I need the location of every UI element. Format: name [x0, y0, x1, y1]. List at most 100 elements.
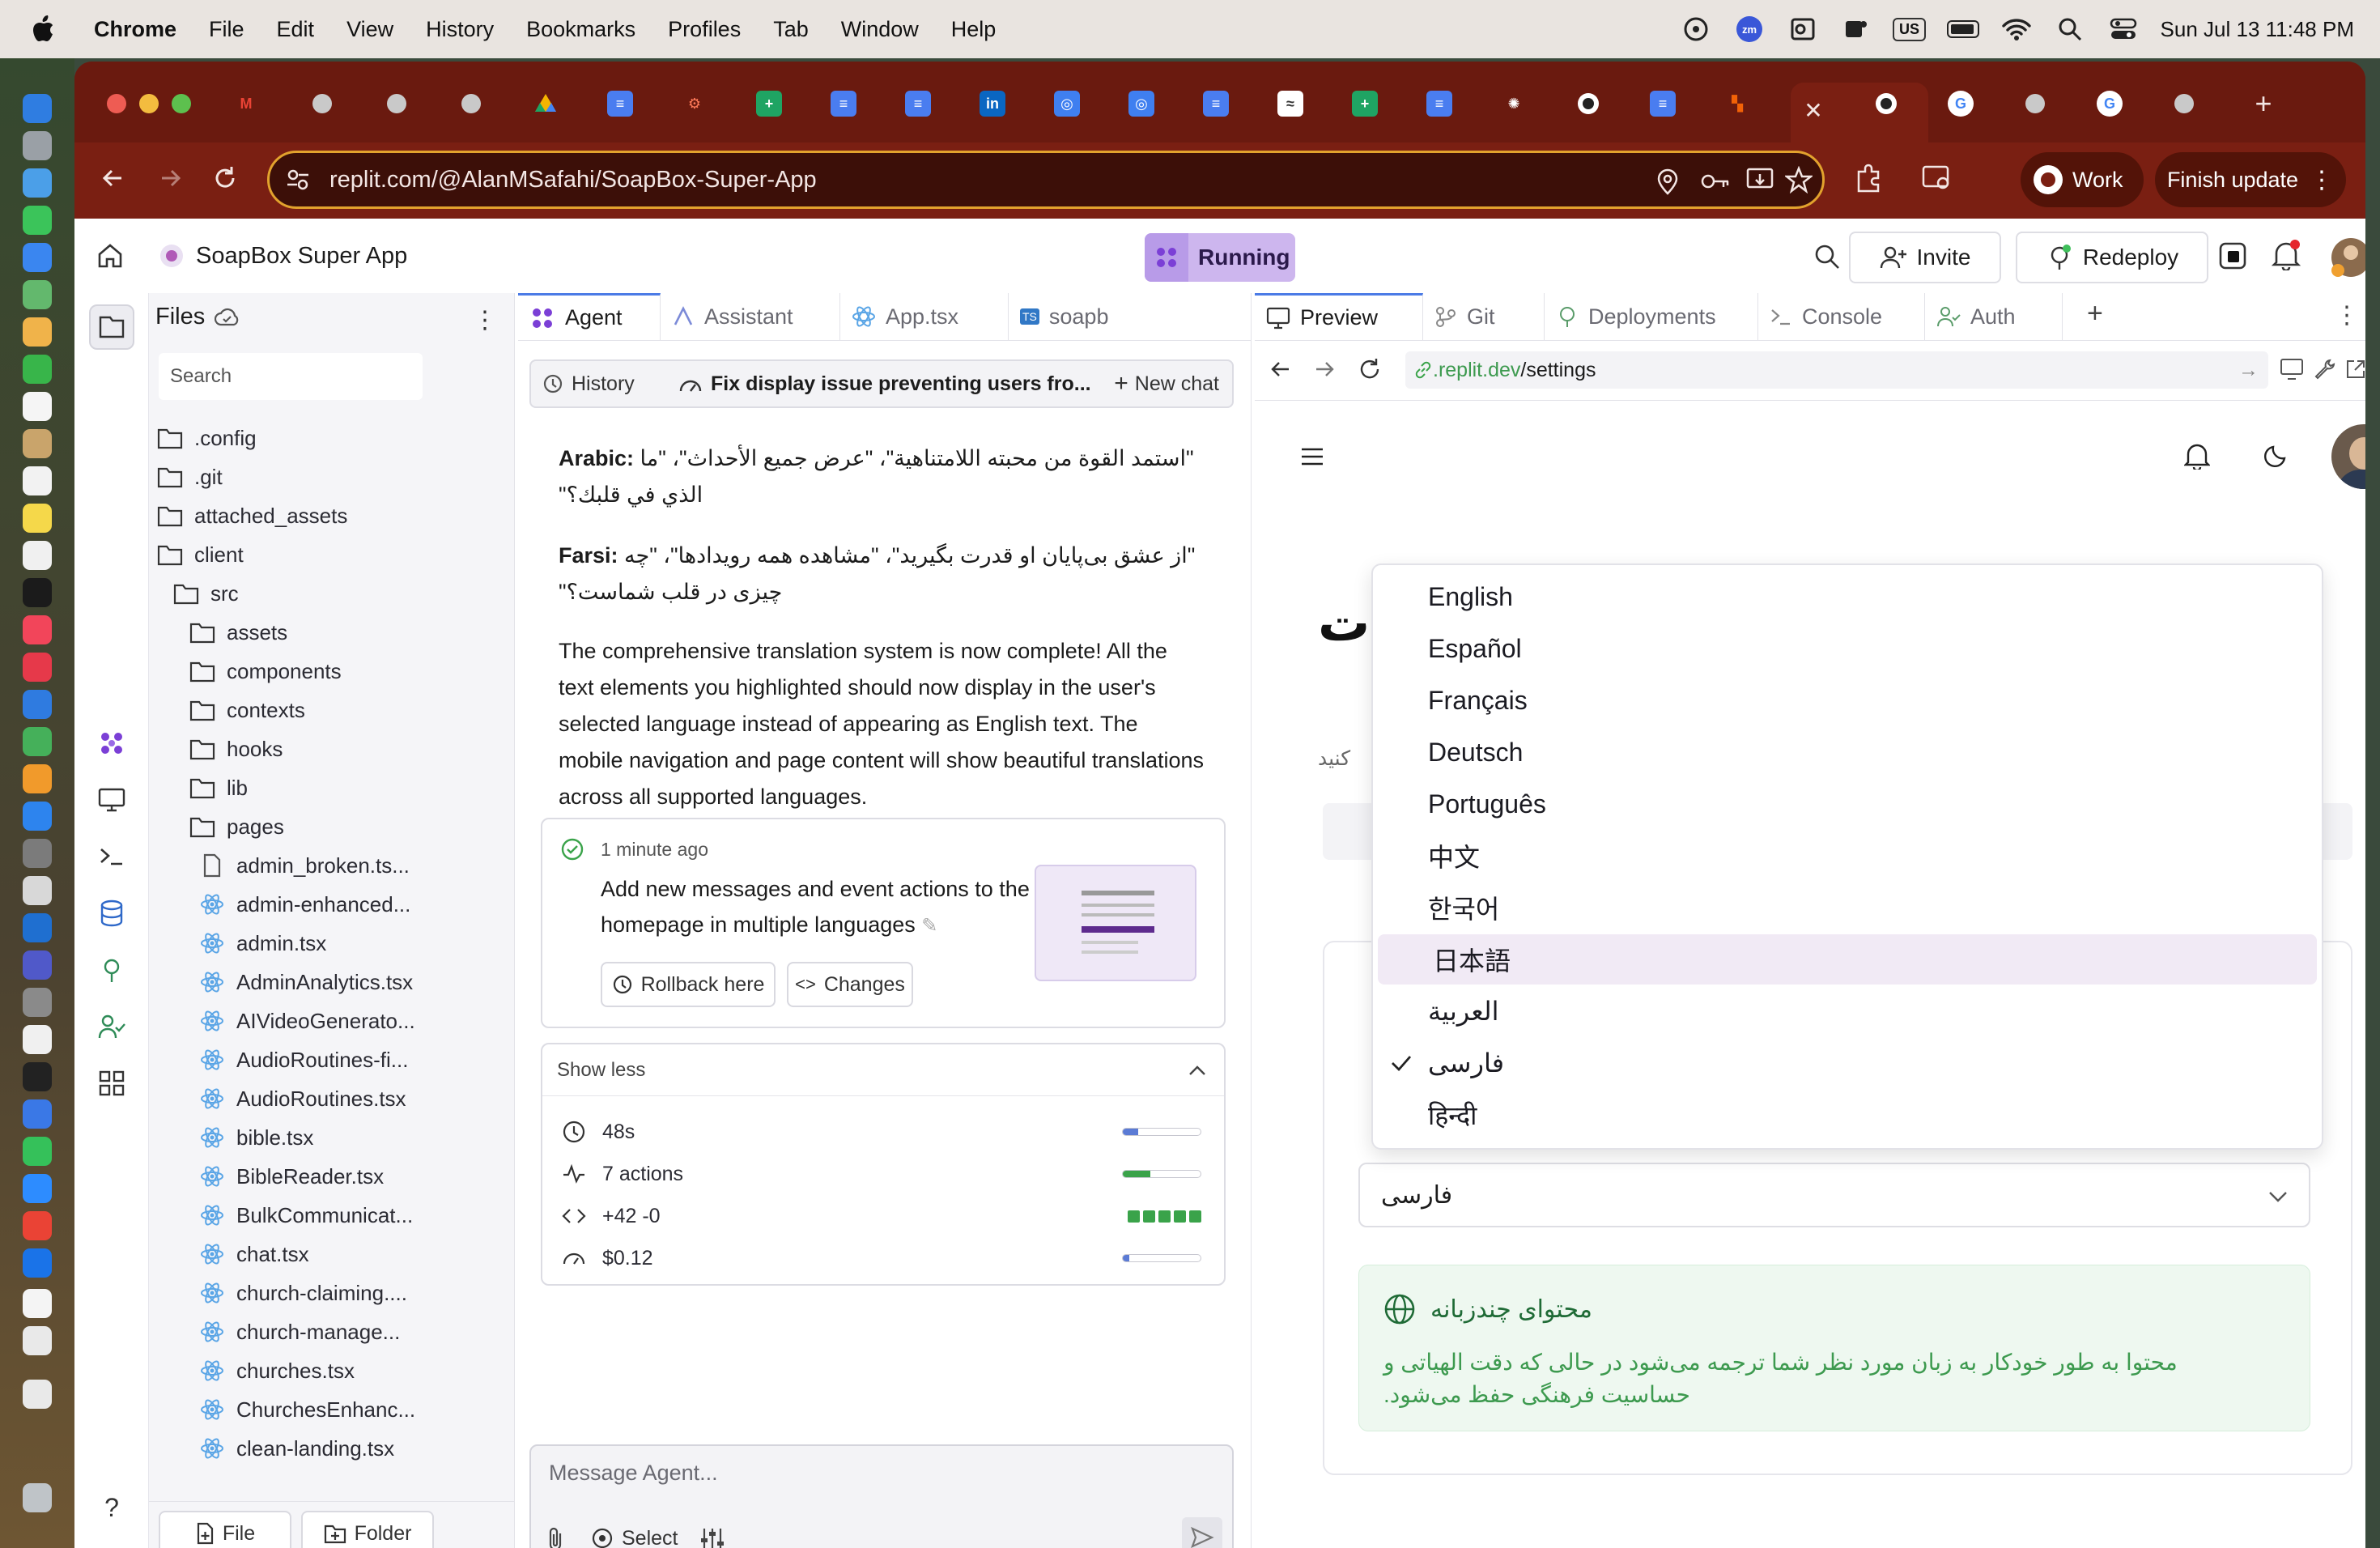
file-item[interactable]: ChurchesEnhanc...	[199, 1391, 415, 1428]
apple-menu-icon[interactable]	[31, 15, 70, 44]
project-name[interactable]: SoapBox Super App	[196, 243, 407, 270]
device-preview-icon[interactable]	[2280, 358, 2304, 381]
preview-url-bar[interactable]: .replit.dev /settings →	[1405, 351, 2268, 389]
zoom-app-icon[interactable]: zm	[1733, 13, 1766, 45]
all-tools-icon[interactable]	[89, 1061, 134, 1106]
add-tab-button[interactable]: +	[2087, 298, 2103, 330]
github-tab-icon[interactable]	[1575, 91, 1601, 117]
changes-button[interactable]: <> Changes	[787, 962, 913, 1007]
file-item[interactable]: BulkCommunicat...	[199, 1197, 413, 1234]
mail-dock-icon[interactable]	[23, 243, 52, 272]
gmail-tab-icon[interactable]: M	[233, 91, 259, 117]
location-icon[interactable]	[1655, 168, 1680, 195]
minimize-window-button[interactable]	[139, 94, 159, 113]
forward-icon[interactable]	[154, 162, 186, 194]
app-store-dock-icon[interactable]	[23, 802, 52, 831]
menu-tab[interactable]: Tab	[773, 17, 809, 42]
docs-tab-icon[interactable]: ≡	[831, 91, 856, 117]
app-profile-avatar[interactable]	[2331, 424, 2365, 489]
language-option[interactable]: Español	[1373, 623, 2322, 674]
password-key-icon[interactable]	[1701, 169, 1730, 194]
menu-app-name[interactable]: Chrome	[94, 17, 176, 42]
folder-item[interactable]: client	[157, 536, 244, 573]
show-less-toggle[interactable]: Show less	[542, 1044, 1224, 1096]
contacts-dock-icon[interactable]	[23, 429, 52, 458]
google-tab-icon[interactable]: G	[1948, 91, 1974, 117]
install-app-icon[interactable]	[1746, 168, 1774, 194]
teams-icon[interactable]	[1840, 13, 1872, 45]
downloads-dock-icon[interactable]	[23, 1380, 52, 1409]
github-tab-icon[interactable]	[1873, 91, 1899, 117]
tab-assistant[interactable]: Assistant	[661, 293, 840, 340]
menubar-clock[interactable]: Sun Jul 13 11:48 PM	[2161, 17, 2354, 42]
language-option[interactable]: 한국어	[1373, 882, 2322, 933]
spotlight-search-icon[interactable]	[2054, 13, 2086, 45]
photos-dock-icon[interactable]	[23, 317, 52, 347]
app-bell-icon[interactable]	[2184, 442, 2210, 470]
language-option[interactable]: 中文	[1373, 831, 2322, 881]
preview-reload-icon[interactable]	[1357, 356, 1383, 382]
openai-tab-icon[interactable]: ✺	[1501, 91, 1527, 117]
docs-tab-icon[interactable]: ≡	[1426, 91, 1452, 117]
stop-deploy-icon[interactable]	[2218, 241, 2247, 270]
files-search-input[interactable]: Search	[159, 353, 423, 400]
history-button[interactable]: History	[542, 361, 635, 406]
news-dock-icon[interactable]	[23, 653, 52, 682]
folder-item[interactable]: components	[189, 653, 342, 690]
folder-item[interactable]: src	[173, 575, 239, 612]
settings-dock-icon[interactable]	[23, 839, 52, 868]
finish-update-button[interactable]: Finish update ⋮	[2155, 152, 2346, 207]
language-option[interactable]: Português	[1373, 779, 2322, 829]
active-tab[interactable]: ✕	[1791, 83, 1928, 142]
edit-pencil-icon[interactable]: ✎	[921, 915, 937, 937]
deployments-tool-icon[interactable]	[89, 947, 134, 993]
numbers-dock-icon[interactable]	[23, 727, 52, 756]
whatsapp-dock-icon[interactable]	[23, 1137, 52, 1166]
preview-forward-icon[interactable]	[1311, 356, 1337, 382]
user-avatar[interactable]	[2328, 235, 2365, 280]
menu-file[interactable]: File	[209, 17, 244, 42]
run-status-button[interactable]: Running	[1145, 233, 1295, 282]
site-settings-icon[interactable]	[286, 168, 310, 192]
tab-console[interactable]: Console	[1758, 293, 1925, 340]
freeform-dock-icon[interactable]	[23, 541, 52, 570]
profile-button[interactable]: Work	[2021, 152, 2144, 207]
language-option[interactable]: हिन्दी	[1373, 1090, 2322, 1140]
calendar-dock-icon[interactable]	[23, 392, 52, 421]
language-option[interactable]: فارسی	[1373, 1038, 2322, 1088]
menu-view[interactable]: View	[346, 17, 393, 42]
signal-dock-icon[interactable]	[23, 1099, 52, 1129]
file-item[interactable]: AdminAnalytics.tsx	[199, 963, 413, 1001]
file-item[interactable]: church-manage...	[199, 1313, 400, 1350]
globe-tab-icon[interactable]	[384, 91, 410, 117]
language-option[interactable]: 日本語	[1378, 934, 2317, 985]
language-select[interactable]: فارسی	[1358, 1163, 2310, 1227]
preview-back-icon[interactable]	[1268, 356, 1294, 382]
wifi-icon[interactable]	[2000, 13, 2033, 45]
zoom-dock-icon[interactable]	[23, 1174, 52, 1203]
keyboard-input-icon[interactable]: US	[1893, 13, 1927, 45]
file-item[interactable]: AIVideoGenerato...	[199, 1002, 415, 1040]
back-icon[interactable]	[97, 162, 130, 194]
notes-dock-icon[interactable]	[23, 504, 52, 533]
tab-preview[interactable]: Preview	[1255, 293, 1423, 340]
reload-icon[interactable]	[209, 162, 241, 194]
onepassword-dock-icon[interactable]	[23, 1248, 52, 1278]
settings-sliders-icon[interactable]	[699, 1525, 725, 1548]
hubspot-tab-icon[interactable]: ⚙	[682, 91, 708, 117]
docs-tab-icon[interactable]: ≡	[905, 91, 931, 117]
new-tab-button[interactable]: +	[2250, 87, 2276, 120]
language-option[interactable]: العربية	[1373, 986, 2322, 1036]
teams-dock-icon[interactable]	[23, 950, 52, 980]
file-item[interactable]: church-claiming....	[199, 1274, 407, 1312]
file-item[interactable]: chat.tsx	[199, 1235, 309, 1273]
globe-tab-icon[interactable]	[2171, 91, 2197, 117]
file-item[interactable]: churches.tsx	[199, 1352, 355, 1389]
safari-tab-icon[interactable]: ◎	[1054, 91, 1080, 117]
folder-item[interactable]: pages	[189, 808, 284, 845]
finder-dock-icon[interactable]	[23, 94, 52, 123]
checkpoint-screenshot-thumbnail[interactable]	[1035, 865, 1196, 981]
chrome-dock-icon[interactable]	[23, 1211, 52, 1240]
globe-tab-icon[interactable]	[458, 91, 484, 117]
tv-dock-icon[interactable]	[23, 578, 52, 607]
